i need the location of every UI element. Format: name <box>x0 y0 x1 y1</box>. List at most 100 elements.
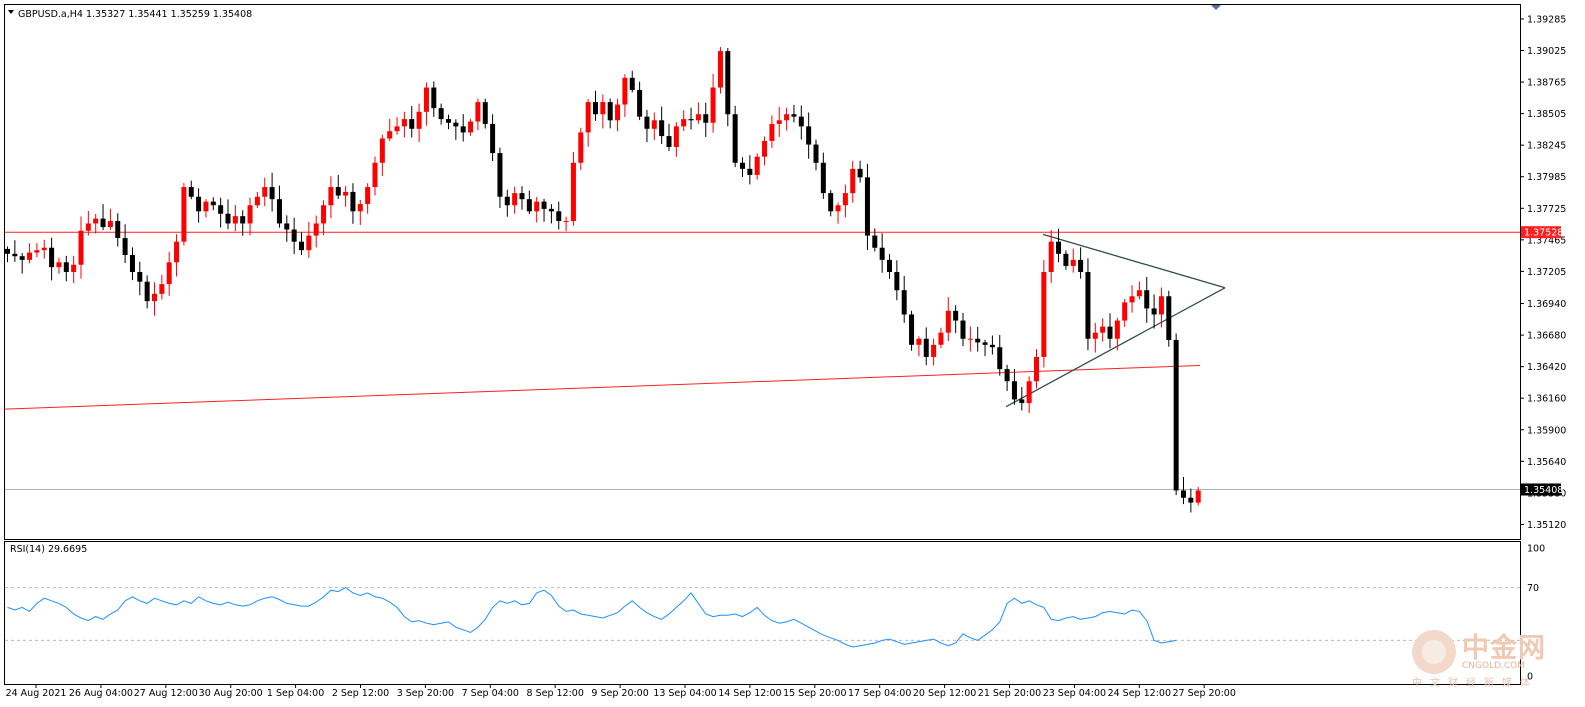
candle-body <box>152 293 157 302</box>
candle-body <box>379 138 385 163</box>
price-tick-label: 1.37985 <box>1527 172 1566 183</box>
candle-body <box>129 255 135 272</box>
watermark-tagline: 中文财经新媒体 <box>1412 678 1538 689</box>
candle-body <box>526 199 532 212</box>
candle-body <box>115 221 121 239</box>
candle-body <box>975 338 981 343</box>
price-axis[interactable]: 1.39285 1.39025 1.38765 1.38505 1.38245 1.379… <box>1520 14 1566 531</box>
candle-body <box>776 120 782 124</box>
candle-body <box>144 281 150 302</box>
cngold-watermark: 中金网 CNGOLD.COM 中文财经新媒体 <box>1412 626 1582 689</box>
candle-body <box>34 250 40 253</box>
candle-body <box>12 253 18 257</box>
candle-body <box>820 162 826 194</box>
candle-body <box>276 199 282 224</box>
candlesticks <box>5 46 1201 513</box>
candle-body <box>1195 490 1201 503</box>
candle-body <box>63 262 69 272</box>
rsi-line <box>7 587 1177 648</box>
candle-body <box>78 230 84 265</box>
candle-body <box>1034 356 1039 382</box>
candle-body <box>423 87 429 112</box>
time-tick-label: 8 Sep 12:00 <box>527 688 584 699</box>
price-tick-label: 1.36680 <box>1527 331 1566 342</box>
candle-body <box>835 205 841 212</box>
candle-body <box>1166 296 1172 340</box>
candle-body <box>872 235 878 248</box>
candle-body <box>570 162 576 222</box>
time-tick-label: 7 Sep 04:00 <box>462 688 519 699</box>
candle-body <box>1070 259 1076 266</box>
candle-body <box>622 77 628 105</box>
candle-body <box>41 247 47 251</box>
candle-body <box>49 247 55 268</box>
candle-body <box>85 223 91 231</box>
time-tick-label: 15 Sep 20:00 <box>783 688 846 699</box>
candle-body <box>666 136 672 147</box>
candle-body <box>365 187 371 205</box>
candle-body <box>953 310 959 321</box>
candle-body <box>688 119 694 121</box>
candle-body <box>850 168 856 194</box>
candle-body <box>475 102 481 122</box>
candle-body <box>159 284 165 294</box>
candle-body <box>313 223 319 236</box>
candle-body <box>93 218 99 224</box>
candle-body <box>262 187 268 197</box>
current-price-text: 1.35408 <box>1524 485 1563 496</box>
candle-body <box>879 247 885 260</box>
candle-body <box>284 223 290 230</box>
candle-body <box>828 193 834 212</box>
rsi-polyline <box>7 587 1177 648</box>
candle-body <box>710 87 716 123</box>
candle-body <box>659 120 665 137</box>
candle-body <box>269 187 275 200</box>
candle-body <box>240 216 246 224</box>
candle-body <box>416 111 422 129</box>
candle-body <box>1011 381 1017 400</box>
candle-body <box>725 51 731 115</box>
candle-body <box>174 241 180 263</box>
chart-shift-marker-icon[interactable] <box>1211 5 1221 10</box>
price-tick-label: 1.38245 <box>1527 141 1566 152</box>
candle-body <box>401 119 407 127</box>
candle-body <box>717 51 723 88</box>
candle-body <box>1181 490 1186 498</box>
rsi-header: RSI(14) 29.6695 <box>10 544 87 555</box>
time-tick-label: 9 Sep 20:00 <box>591 688 648 699</box>
candle-body <box>813 144 819 163</box>
time-tick-label: 23 Sep 04:00 <box>1043 688 1106 699</box>
candle-body <box>232 216 238 224</box>
candle-body <box>747 168 753 175</box>
candle-body <box>548 208 554 212</box>
candle-body <box>357 204 363 212</box>
triangle-lower-line <box>1005 287 1226 408</box>
time-axis[interactable]: 24 Aug 2021 26 Aug 04:00 27 Aug 12:00 30 Au… <box>6 684 1236 699</box>
dropdown-arrow-icon[interactable] <box>8 10 14 14</box>
candle-body <box>1085 272 1091 339</box>
candle-body <box>1092 332 1098 339</box>
price-tick-label: 1.37725 <box>1527 204 1566 215</box>
candle-body <box>938 332 944 345</box>
candle-body <box>806 126 812 145</box>
candle-body <box>534 201 540 212</box>
time-tick-label: 2 Sep 12:00 <box>332 688 389 699</box>
candle-body <box>181 187 187 242</box>
price-tick-label: 1.36940 <box>1527 299 1566 310</box>
watermark-title: 中金网 <box>1462 633 1546 664</box>
candle-body <box>453 122 459 127</box>
candle-body <box>394 126 400 132</box>
candle-body <box>923 338 929 357</box>
candle-body <box>519 193 525 200</box>
candle-body <box>997 347 1003 370</box>
candle-body <box>541 201 547 209</box>
candle-body <box>916 338 922 345</box>
candle-body <box>446 119 451 123</box>
price-tick-label: 1.35640 <box>1527 457 1566 468</box>
price-tick-label: 1.37205 <box>1527 267 1566 278</box>
time-tick-label: 1 Sep 04:00 <box>267 688 324 699</box>
candle-body <box>431 87 437 109</box>
candle-body <box>247 205 253 224</box>
candle-body <box>218 205 224 214</box>
candle-body <box>1019 399 1025 404</box>
